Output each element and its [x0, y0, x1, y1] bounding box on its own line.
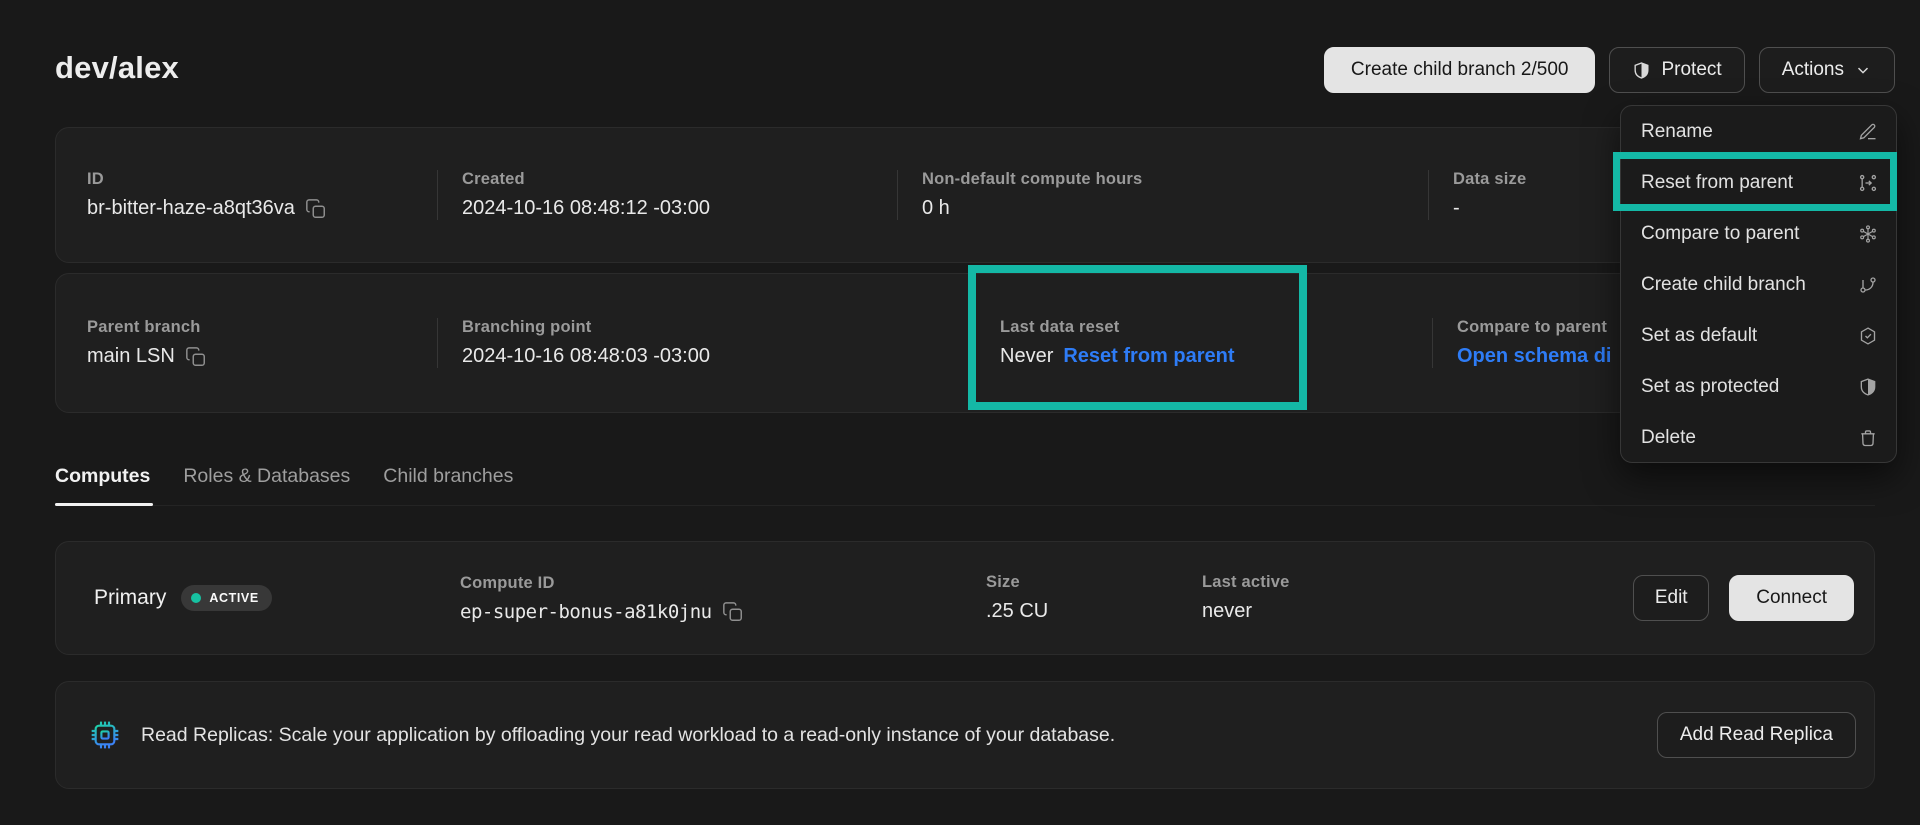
actions-label: Actions: [1782, 59, 1844, 81]
trash-icon: [1858, 428, 1878, 448]
created-label: Created: [462, 170, 897, 189]
connect-button[interactable]: Connect: [1729, 575, 1854, 621]
parent-branch-label: Parent branch: [87, 318, 437, 337]
pencil-icon: [1858, 122, 1878, 142]
menu-item-create-child-branch[interactable]: Create child branch: [1621, 259, 1896, 310]
branching-point-label: Branching point: [462, 318, 975, 337]
size-label: Size: [986, 573, 1202, 592]
add-read-replica-label: Add Read Replica: [1680, 724, 1833, 746]
badge-check-icon: [1858, 326, 1878, 346]
compute-row: Primary ACTIVE Compute ID ep-super-bonus…: [55, 541, 1875, 655]
info-branching-point: Branching point 2024-10-16 08:48:03 -03:…: [437, 318, 975, 368]
compute-id-cell: Compute ID ep-super-bonus-a81k0jnu: [460, 574, 986, 623]
menu-item-rename[interactable]: Rename: [1621, 106, 1896, 157]
last-active-value: never: [1202, 600, 1252, 623]
actions-dropdown-menu: Rename Reset from parent Compare to pare…: [1620, 105, 1897, 463]
parent-branch-value: main LSN: [87, 345, 175, 368]
shield-icon: [1632, 61, 1651, 80]
compute-id-value: ep-super-bonus-a81k0jnu: [460, 601, 712, 623]
copy-icon[interactable]: [722, 601, 744, 623]
header-buttons: Create child branch 2/500 Protect Action…: [1324, 47, 1895, 93]
create-child-branch-label: Create child branch 2/500: [1351, 59, 1569, 81]
compute-id-label: Compute ID: [460, 574, 986, 593]
compute-size-cell: Size .25 CU: [986, 573, 1202, 623]
data-size-value: -: [1453, 197, 1460, 220]
branch-info-card: ID br-bitter-haze-a8qt36va Created 2024-…: [55, 127, 1875, 263]
created-value: 2024-10-16 08:48:12 -03:00: [462, 197, 710, 220]
last-data-reset-label: Last data reset: [1000, 318, 1432, 337]
tab-computes[interactable]: Computes: [55, 458, 150, 505]
active-dot-icon: [191, 593, 201, 603]
actions-button[interactable]: Actions: [1759, 47, 1895, 93]
connect-label: Connect: [1756, 587, 1827, 609]
tab-bar: Computes Roles & Databases Child branche…: [55, 458, 1875, 506]
add-read-replica-button[interactable]: Add Read Replica: [1657, 712, 1856, 758]
menu-item-set-as-protected[interactable]: Set as protected: [1621, 361, 1896, 412]
tab-child-branches[interactable]: Child branches: [383, 458, 513, 505]
compute-name: Primary: [94, 586, 166, 610]
info-created: Created 2024-10-16 08:48:12 -03:00: [437, 170, 897, 220]
id-value: br-bitter-haze-a8qt36va: [87, 197, 295, 220]
open-schema-diff-link[interactable]: Open schema di: [1457, 345, 1612, 368]
cpu-chip-icon: [89, 719, 121, 751]
info-last-data-reset: Last data reset Never Reset from parent: [975, 318, 1432, 368]
read-replicas-row: Read Replicas: Scale your application by…: [55, 681, 1875, 789]
info-id: ID br-bitter-haze-a8qt36va: [56, 170, 437, 220]
last-data-reset-value: Never: [1000, 345, 1053, 368]
compute-hours-label: Non-default compute hours: [922, 170, 1428, 189]
protect-label: Protect: [1661, 59, 1721, 81]
menu-item-compare-to-parent[interactable]: Compare to parent: [1621, 208, 1896, 259]
branching-point-value: 2024-10-16 08:48:03 -03:00: [462, 345, 710, 368]
branch-icon: [1858, 275, 1878, 295]
info-compute-hours: Non-default compute hours 0 h: [897, 170, 1428, 220]
reset-from-parent-link[interactable]: Reset from parent: [1063, 345, 1234, 368]
reset-icon: [1858, 173, 1878, 193]
status-badge: ACTIVE: [181, 585, 271, 611]
edit-button[interactable]: Edit: [1633, 575, 1709, 621]
id-label: ID: [87, 170, 437, 189]
menu-item-reset-from-parent[interactable]: Reset from parent: [1621, 157, 1896, 208]
protect-button[interactable]: Protect: [1609, 47, 1744, 93]
status-text: ACTIVE: [209, 591, 258, 605]
copy-icon[interactable]: [185, 346, 207, 368]
chevron-down-icon: [1854, 61, 1872, 79]
read-replicas-message: Read Replicas: Scale your application by…: [141, 724, 1115, 747]
shield-icon: [1858, 377, 1878, 397]
page-title: dev/alex: [55, 50, 179, 86]
create-child-branch-button[interactable]: Create child branch 2/500: [1324, 47, 1596, 93]
tab-roles-databases[interactable]: Roles & Databases: [183, 458, 350, 505]
compare-icon: [1858, 224, 1878, 244]
copy-icon[interactable]: [305, 198, 327, 220]
parent-info-card: Parent branch main LSN Branching point 2…: [55, 273, 1875, 413]
last-active-label: Last active: [1202, 573, 1633, 592]
size-value: .25 CU: [986, 600, 1048, 623]
edit-label: Edit: [1655, 587, 1688, 609]
info-parent-branch: Parent branch main LSN: [56, 318, 437, 368]
compute-hours-value: 0 h: [922, 197, 950, 220]
menu-item-delete[interactable]: Delete: [1621, 412, 1896, 463]
last-active-cell: Last active never: [1202, 573, 1633, 623]
menu-item-set-as-default[interactable]: Set as default: [1621, 310, 1896, 361]
